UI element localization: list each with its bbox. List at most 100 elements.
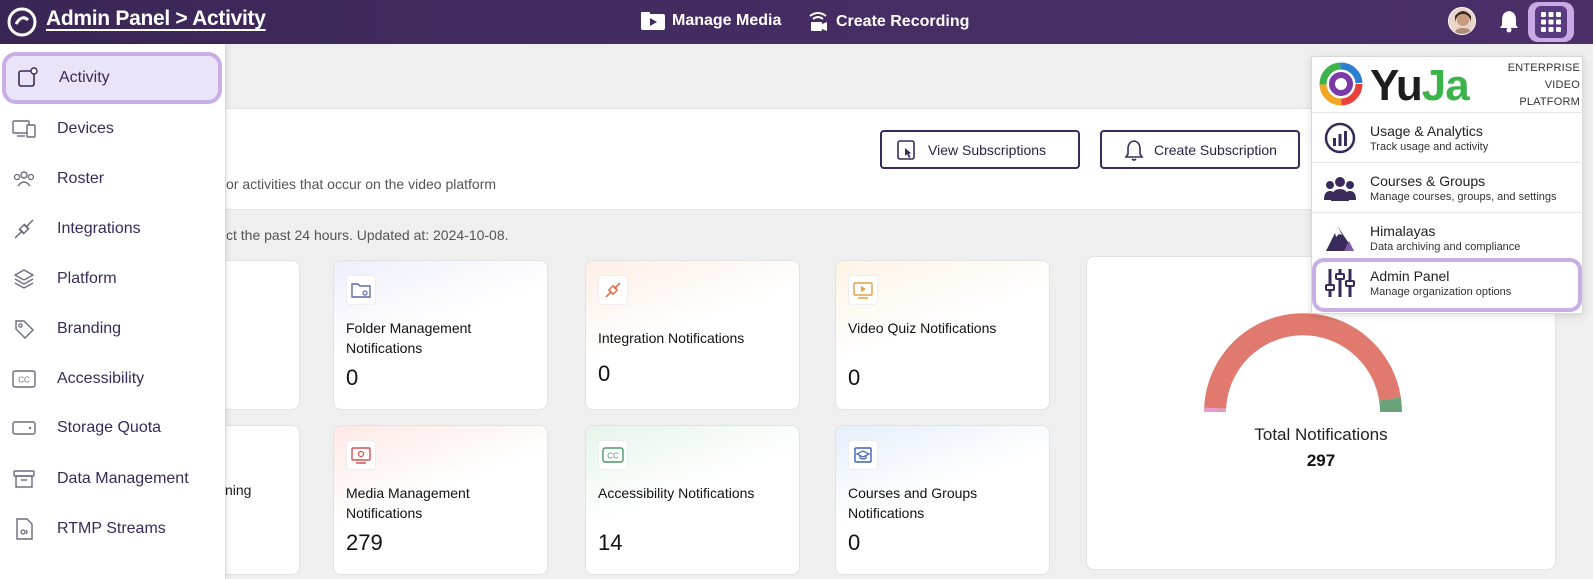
sidebar-item-label: RTMP Streams (57, 520, 166, 537)
view-subscriptions-button[interactable]: View Subscriptions (880, 130, 1080, 169)
update-note: ct the past 24 hours. Updated at: 2024-1… (226, 227, 509, 243)
yuja-swirl-logo-icon (1319, 62, 1363, 106)
svg-text:CC: CC (18, 376, 30, 385)
card-title: Video Quiz Notifications (848, 320, 997, 336)
yuja-wordmark-yu: Yu (1370, 61, 1423, 110)
create-subscription-label: Create Subscription (1154, 141, 1277, 158)
sidebar-item-integrations[interactable]: Integrations (0, 204, 226, 254)
notification-card[interactable]: Folder Management Notifications 0 (333, 260, 548, 410)
sidebar-item-label: Data Management (57, 470, 189, 487)
card-value: 0 (598, 361, 611, 386)
gauge-arc-accessibility (1379, 397, 1402, 413)
app-subtitle: Track usage and activity (1370, 141, 1489, 153)
graduation-cap-icon (848, 440, 878, 470)
app-admin-panel[interactable]: Admin Panel Manage organization options (1312, 258, 1582, 312)
tagline-line: PLATFORM (1519, 96, 1580, 108)
gauge-arc-media (1204, 313, 1401, 410)
devices-icon (12, 117, 36, 141)
sidebar-item-data-management[interactable]: Data Management (0, 454, 226, 504)
notification-card[interactable]: Media Management Notifications 279 (333, 425, 548, 575)
media-folder-icon (641, 12, 665, 30)
sidebar-item-storage-quota[interactable]: Storage Quota (0, 403, 226, 453)
bell-outline-icon (1124, 139, 1144, 161)
app-subtitle: Manage organization options (1370, 286, 1512, 298)
card-title: Accessibility Notifications (598, 485, 755, 501)
sidebar-item-platform[interactable]: Platform (0, 254, 226, 304)
sidebar-item-accessibility[interactable]: CC Accessibility (0, 354, 226, 404)
sidebar-item-branding[interactable]: Branding (0, 304, 226, 354)
card-title: Integration Notifications (598, 330, 745, 346)
top-bar: Admin Panel > Activity Manage Media Crea… (0, 0, 1593, 44)
tagline-line: ENTERPRISE (1507, 62, 1580, 74)
sidebar: Activity Devices Roster Integrations Pla… (0, 44, 226, 579)
sidebar-item-activity[interactable]: Activity (2, 52, 222, 104)
tagline-line: VIDEO (1544, 79, 1580, 91)
groups-icon (1324, 172, 1356, 204)
archive-icon (12, 467, 36, 491)
card-value: 0 (346, 365, 359, 390)
sidebar-item-label: Platform (57, 270, 117, 287)
sidebar-item-devices[interactable]: Devices (0, 104, 226, 154)
app-subtitle: Manage courses, groups, and settings (1370, 191, 1557, 203)
recording-icon (809, 12, 827, 31)
sidebar-item-label: Accessibility (57, 370, 145, 387)
card-value: 14 (598, 530, 623, 555)
analytics-icon (1324, 122, 1356, 154)
sidebar-item-label: Roster (57, 170, 105, 187)
create-recording-label: Create Recording (836, 13, 970, 30)
card-value: 0 (848, 365, 861, 390)
notification-card[interactable]: Courses and Groups Notifications 0 (835, 425, 1050, 575)
app-title: Usage & Analytics (1370, 123, 1483, 139)
avatar[interactable] (1448, 7, 1476, 35)
app-switcher-menu: YuJa ENTERPRISE VIDEO PLATFORM Usage & A… (1311, 56, 1584, 314)
notification-card[interactable]: CC Accessibility Notifications 14 (585, 425, 800, 575)
cc-icon: CC (598, 440, 628, 470)
create-recording-link[interactable]: Create Recording (806, 10, 969, 34)
app-subtitle: Data archiving and compliance (1370, 241, 1521, 253)
card-value: 0 (848, 530, 861, 555)
yuja-logo-icon[interactable] (6, 6, 38, 38)
view-subscriptions-label: View Subscriptions (928, 141, 1047, 158)
app-title: Admin Panel (1370, 268, 1450, 284)
breadcrumb[interactable]: Admin Panel > Activity (46, 7, 266, 31)
video-quiz-icon (848, 275, 878, 305)
view-subscriptions-icon (897, 139, 915, 160)
roster-icon (12, 167, 36, 191)
cc-icon: CC (12, 367, 36, 391)
app-himalayas[interactable]: Himalayas Data archiving and compliance (1312, 212, 1584, 262)
sidebar-item-label: Branding (57, 320, 122, 337)
notification-card[interactable]: Video Quiz Notifications 0 (835, 260, 1050, 410)
media-management-icon (346, 440, 376, 470)
sidebar-item-label: Integrations (57, 220, 141, 237)
platform-layers-icon (12, 267, 36, 291)
app-title: Himalayas (1370, 223, 1436, 239)
storage-icon (12, 416, 36, 440)
notification-card[interactable]: Integration Notifications 0 (585, 260, 800, 410)
gauge-label: Total Notifications (1254, 425, 1388, 444)
sidebar-item-label: Storage Quota (57, 419, 162, 436)
card-title: Courses and Groups Notifications (848, 485, 978, 521)
sliders-icon (1324, 267, 1356, 299)
plug-icon (598, 275, 628, 305)
folder-settings-icon (346, 275, 376, 305)
app-courses-groups[interactable]: Courses & Groups Manage courses, groups,… (1312, 162, 1584, 212)
integrations-icon (12, 217, 36, 241)
yuja-wordmark-ja: Ja (1421, 61, 1470, 110)
app-usage-analytics[interactable]: Usage & Analytics Track usage and activi… (1312, 112, 1584, 162)
svg-text:CC: CC (607, 452, 619, 461)
create-subscription-button[interactable]: Create Subscription (1100, 130, 1300, 169)
sidebar-item-roster[interactable]: Roster (0, 154, 226, 204)
bell-icon[interactable] (1498, 9, 1520, 33)
partial-card-text: ning (225, 482, 252, 498)
page-description: or activities that occur on the video pl… (226, 176, 497, 192)
apps-grid-button[interactable] (1528, 2, 1574, 42)
mountain-icon (1324, 222, 1356, 254)
card-title: Media Management Notifications (346, 485, 470, 521)
card-value: 279 (346, 530, 383, 555)
app-title: Courses & Groups (1370, 173, 1486, 189)
sidebar-item-rtmp-streams[interactable]: RTMP Streams (0, 504, 226, 554)
grid-icon (1541, 12, 1561, 32)
user-avatar-icon (1449, 8, 1475, 34)
rtmp-icon (12, 517, 36, 541)
manage-media-link[interactable]: Manage Media (640, 10, 781, 32)
